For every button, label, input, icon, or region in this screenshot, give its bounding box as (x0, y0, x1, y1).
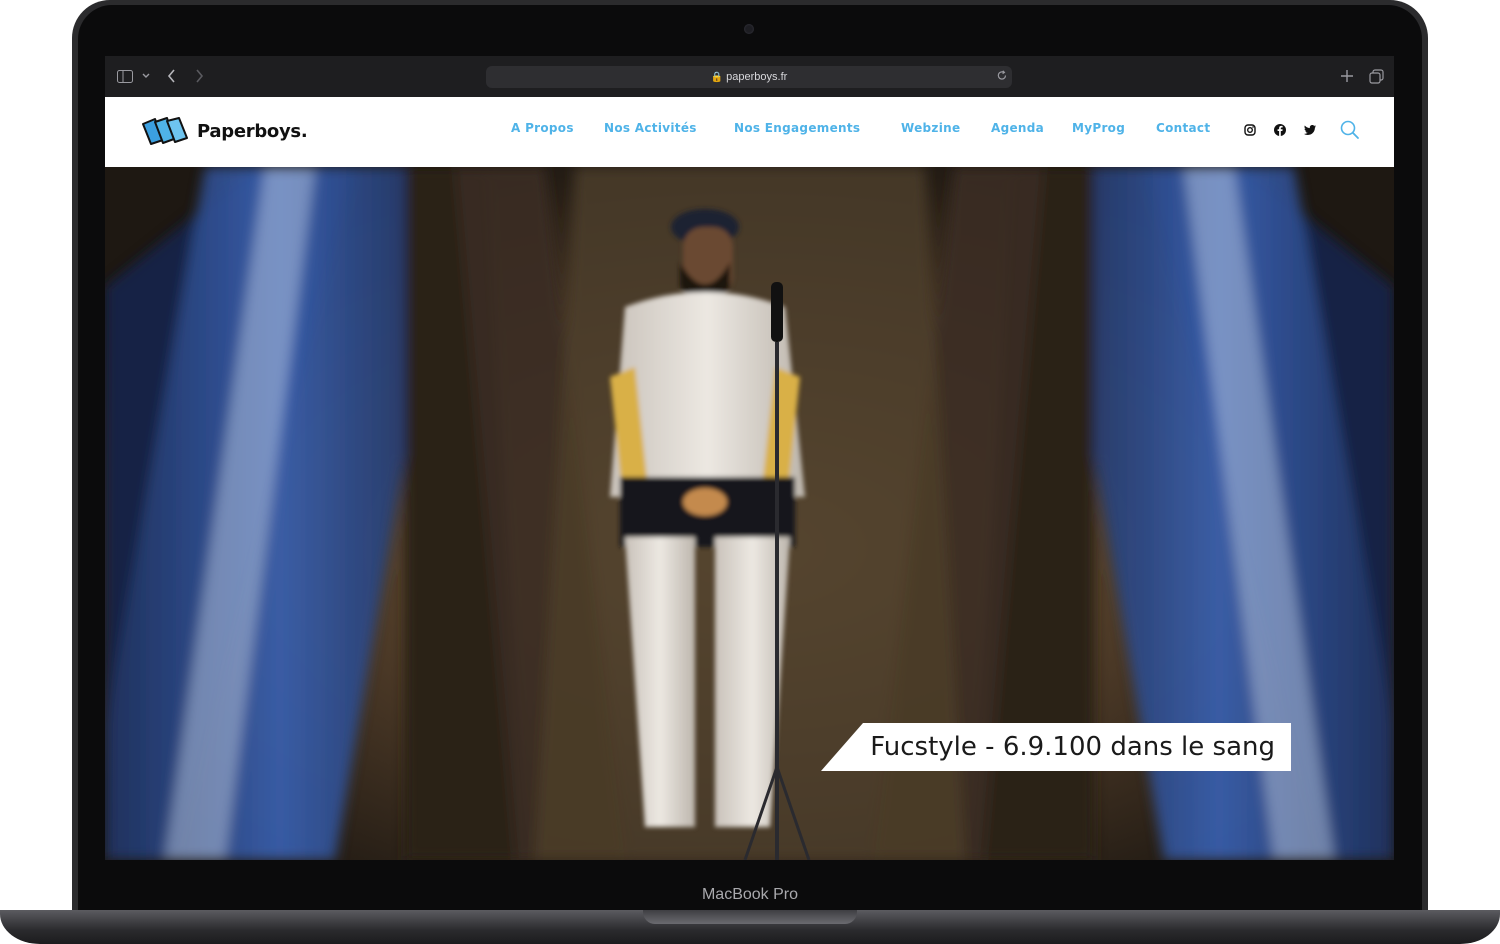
hero-banner[interactable]: Fucstyle - 6.9.100 dans le sang (105, 167, 1394, 860)
hero-caption[interactable]: Fucstyle - 6.9.100 dans le sang (821, 723, 1291, 771)
nav-item-nos-engagements[interactable]: Nos Engagements (734, 121, 860, 135)
url-field[interactable]: 🔒 paperboys.fr (486, 66, 1012, 88)
laptop-notch (643, 910, 857, 924)
instagram-icon[interactable] (1243, 123, 1257, 137)
back-icon[interactable] (167, 69, 177, 83)
reload-icon[interactable] (997, 70, 1007, 81)
twitter-icon[interactable] (1303, 123, 1317, 137)
logo[interactable]: Paperboys. (141, 115, 308, 147)
forward-icon[interactable] (194, 69, 204, 83)
sidebar-toggle-icon[interactable] (117, 70, 133, 83)
logo-text: Paperboys. (197, 120, 308, 142)
nav-item-nos-activites[interactable]: Nos Activités (604, 121, 697, 135)
caption-text: Fucstyle - 6.9.100 dans le sang (870, 732, 1275, 762)
site-header: Paperboys. A Propos Nos Activités Nos En… (105, 97, 1394, 167)
nav-item-contact[interactable]: Contact (1156, 121, 1210, 135)
lock-icon: 🔒 (710, 72, 724, 83)
device-label: MacBook Pro (701, 886, 799, 903)
camera (744, 24, 754, 34)
new-tab-icon[interactable] (1340, 69, 1354, 83)
search-icon[interactable] (1339, 119, 1361, 141)
paperboys-logo-icon (142, 117, 188, 145)
chevron-down-icon[interactable] (142, 73, 150, 79)
tab-overview-icon[interactable] (1369, 69, 1384, 84)
nav-item-myprog[interactable]: MyProg (1072, 121, 1125, 135)
url-text: paperboys.fr (726, 71, 788, 83)
nav-item-a-propos[interactable]: A Propos (511, 121, 574, 135)
nav-item-webzine[interactable]: Webzine (901, 121, 960, 135)
facebook-icon[interactable] (1273, 123, 1287, 137)
nav-item-agenda[interactable]: Agenda (991, 121, 1044, 135)
